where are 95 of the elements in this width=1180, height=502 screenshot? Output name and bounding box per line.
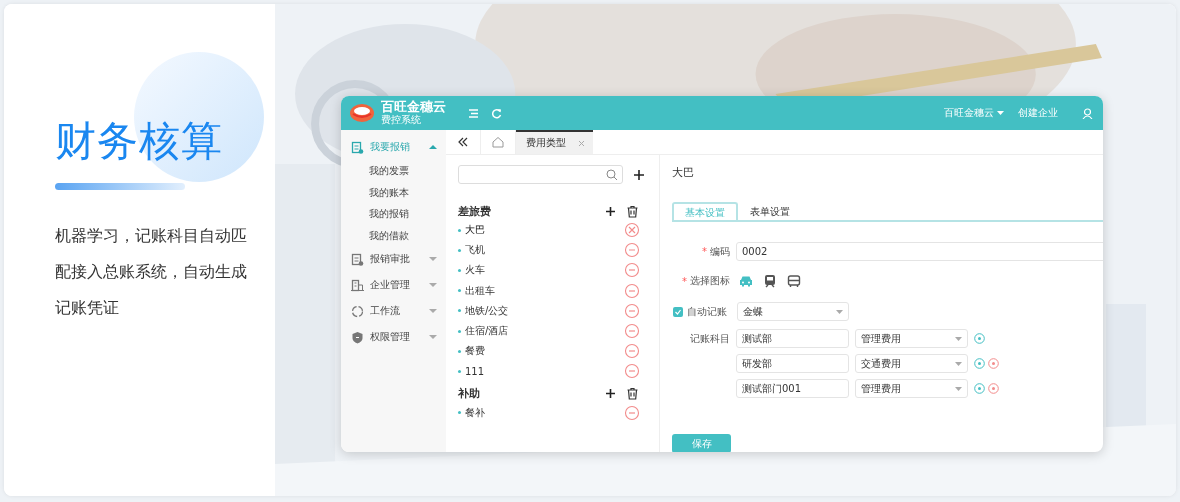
refresh-icon[interactable] bbox=[491, 107, 502, 119]
bullet-dot bbox=[458, 309, 461, 313]
cycle-icon bbox=[351, 304, 364, 318]
minus-circle-icon[interactable] bbox=[624, 282, 640, 299]
plus-icon[interactable] bbox=[633, 168, 645, 181]
caret-down-icon bbox=[428, 333, 438, 341]
department-input[interactable]: 测试部门001 bbox=[736, 379, 849, 398]
caret-down-icon bbox=[428, 307, 438, 315]
sidebar-item[interactable]: 权限管理 bbox=[341, 324, 446, 350]
group-title: 补助 bbox=[458, 386, 481, 401]
add-circle-icon[interactable] bbox=[974, 358, 985, 369]
bullet-dot bbox=[458, 411, 461, 415]
shield-icon bbox=[351, 330, 364, 344]
expense-item[interactable]: 飞机 bbox=[465, 243, 624, 258]
sidebar-item[interactable]: 工作流 bbox=[341, 298, 446, 324]
car-icon[interactable] bbox=[738, 274, 754, 288]
sidebar-subitem[interactable]: 我的借款 bbox=[369, 224, 409, 246]
logo-icon bbox=[349, 102, 375, 124]
plus-icon[interactable] bbox=[605, 388, 616, 399]
detail-title: 大巴 bbox=[672, 165, 695, 181]
minus-circle-icon[interactable] bbox=[624, 262, 640, 279]
required-mark: * bbox=[702, 246, 707, 257]
add-circle-icon[interactable] bbox=[974, 383, 985, 394]
minus-circle-icon[interactable] bbox=[624, 363, 640, 380]
receipt-icon bbox=[351, 140, 364, 154]
close-icon[interactable] bbox=[578, 139, 585, 147]
bullet-dot bbox=[458, 248, 461, 252]
bullet-dot bbox=[458, 329, 461, 333]
department-input[interactable]: 研发部 bbox=[736, 354, 849, 373]
bullet-dot bbox=[458, 228, 461, 232]
account-select[interactable]: 管理费用 bbox=[855, 329, 968, 348]
group-title: 差旅费 bbox=[458, 203, 492, 219]
caret-up-icon bbox=[428, 143, 438, 151]
form-tab[interactable]: 表单设置 bbox=[738, 202, 802, 220]
expense-item[interactable]: 111 bbox=[465, 365, 624, 377]
checkbox[interactable] bbox=[673, 306, 683, 317]
expense-item[interactable]: 出租车 bbox=[465, 283, 624, 298]
bullet-dot bbox=[458, 268, 461, 272]
minus-circle-icon[interactable] bbox=[624, 302, 640, 319]
add-circle-icon[interactable] bbox=[974, 333, 985, 344]
account-select[interactable]: 管理费用 bbox=[855, 379, 968, 398]
expense-item[interactable]: 餐费 bbox=[465, 344, 624, 359]
remove-circle-icon[interactable] bbox=[988, 383, 999, 394]
brand-subtitle: 费控系统 bbox=[381, 114, 422, 126]
expense-item[interactable]: 住宿/酒店 bbox=[465, 324, 624, 339]
expense-item[interactable]: 地铁/公交 bbox=[465, 303, 624, 318]
hero-description: 机器学习，记账科目自动匹配接入总账系统，自动生成记账凭证 bbox=[55, 225, 248, 319]
field-label: 自动记账 bbox=[687, 304, 727, 319]
trash-icon[interactable] bbox=[626, 204, 639, 218]
bullet-dot bbox=[458, 289, 461, 293]
receipt-icon bbox=[351, 252, 364, 266]
brand-name: 百旺金穗云 bbox=[381, 100, 446, 114]
account-select[interactable]: 交通费用 bbox=[855, 354, 968, 373]
train-icon[interactable] bbox=[762, 274, 778, 288]
double-chevron-left-icon[interactable] bbox=[458, 137, 468, 147]
caret-down-icon bbox=[836, 309, 843, 314]
ledger-select[interactable]: 金蝶 bbox=[737, 302, 849, 321]
field-label: 记账科目 bbox=[690, 331, 730, 346]
caret-down-icon bbox=[955, 336, 962, 341]
caret-down-icon bbox=[955, 386, 962, 391]
department-input[interactable]: 测试部 bbox=[736, 329, 849, 348]
expense-item[interactable]: 大巴 bbox=[465, 223, 624, 238]
minus-circle-icon[interactable] bbox=[624, 343, 640, 360]
bus-icon[interactable] bbox=[786, 274, 802, 288]
minus-circle-icon[interactable] bbox=[624, 242, 640, 259]
code-input[interactable]: 0002 bbox=[736, 242, 1103, 261]
sidebar-subitem[interactable]: 我的账本 bbox=[369, 181, 409, 203]
remove-circle-icon[interactable] bbox=[988, 358, 999, 369]
caret-down-icon bbox=[428, 281, 438, 289]
sidebar-item[interactable]: 企业管理 bbox=[341, 272, 446, 298]
sidebar-item[interactable]: 报销审批 bbox=[341, 246, 446, 272]
bullet-dot bbox=[458, 349, 461, 353]
home-icon[interactable] bbox=[492, 136, 504, 148]
expense-item[interactable]: 餐补 bbox=[465, 405, 624, 420]
menu-icon[interactable] bbox=[468, 107, 479, 119]
caret-down-icon bbox=[955, 361, 962, 366]
plus-icon[interactable] bbox=[605, 205, 616, 217]
user-icon[interactable] bbox=[1082, 107, 1093, 119]
required-mark: * bbox=[682, 275, 687, 287]
field-label: 选择图标 bbox=[690, 274, 730, 288]
expense-item[interactable]: 火车 bbox=[465, 263, 624, 278]
building-icon bbox=[351, 278, 364, 292]
trash-icon[interactable] bbox=[626, 387, 639, 400]
sidebar-subitem[interactable]: 我的报销 bbox=[369, 203, 409, 225]
search-field[interactable] bbox=[458, 165, 623, 184]
check-icon bbox=[674, 307, 682, 316]
caret-down-icon bbox=[428, 255, 438, 263]
sidebar-subitem[interactable]: 我的发票 bbox=[369, 160, 409, 182]
search-icon bbox=[606, 168, 618, 181]
page-tab[interactable]: 费用类型 bbox=[516, 130, 593, 154]
minus-circle-icon[interactable] bbox=[624, 323, 640, 340]
bullet-dot bbox=[458, 369, 461, 373]
hero-title: 财务核算 bbox=[55, 116, 223, 167]
caret-down-icon bbox=[997, 111, 1004, 115]
field-label: 编码 bbox=[710, 244, 730, 259]
